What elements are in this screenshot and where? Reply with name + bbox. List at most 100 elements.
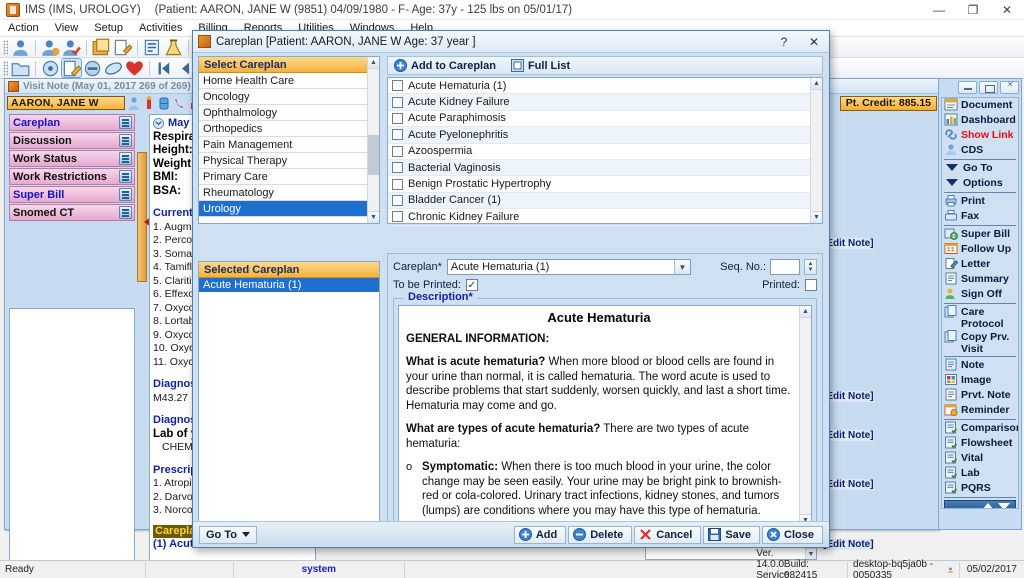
sidebar-item-fax[interactable]: Fax [942, 209, 1018, 224]
scroll-up-icon[interactable]: ▲ [811, 78, 822, 90]
list-item[interactable]: Acute Paraphimosis [388, 111, 810, 128]
pill-icon[interactable] [104, 59, 123, 77]
careplan-checkbox[interactable] [392, 96, 403, 108]
close-button[interactable]: Close [762, 525, 823, 544]
folder-open-icon[interactable] [11, 59, 30, 77]
add-to-careplan-button[interactable]: Add to Careplan [390, 57, 503, 74]
delete-button[interactable]: Delete [568, 525, 633, 544]
sidebar-item-note[interactable]: Note [942, 358, 1018, 373]
sidebar-item-document[interactable]: Document [942, 98, 1018, 113]
toolbar-grip[interactable] [3, 39, 8, 55]
sidebar-item-letter[interactable]: Letter [942, 257, 1018, 272]
phone-icon[interactable] [173, 96, 185, 110]
edit-note-link[interactable]: [Edit Note] [823, 479, 874, 490]
maximize-icon[interactable]: ❐ [956, 0, 990, 20]
sidebar-item-work-restrictions[interactable]: Work Restrictions [9, 168, 135, 185]
seq-no-input[interactable] [770, 259, 800, 275]
list-item[interactable]: Acute Hematuria (1) [388, 78, 810, 95]
lab-flask-icon[interactable] [164, 38, 183, 56]
remove-icon[interactable] [83, 59, 102, 77]
printed-checkbox[interactable] [805, 279, 817, 291]
section-doc-icon[interactable] [119, 188, 132, 201]
section-doc-icon[interactable] [119, 134, 132, 147]
minimize-icon[interactable]: — [922, 0, 956, 20]
sidebar-item-copy-prv-visit[interactable]: Copy Prv. Visit [942, 330, 1018, 355]
careplan-checkbox[interactable] [392, 194, 403, 206]
sidebar-item-sign-off[interactable]: Sign Off [942, 287, 1018, 302]
patient-info-icon[interactable] [128, 96, 140, 110]
careplan-checkbox[interactable] [392, 162, 403, 174]
full-list-button[interactable]: Full List [507, 57, 577, 74]
sidebar-item-prvt-note[interactable]: Prvt. Note [942, 388, 1018, 403]
sidebar-item-super-bill[interactable]: $ Super Bill [942, 227, 1018, 242]
list-item[interactable]: Ophthalmology [199, 105, 367, 121]
careplan-checkbox[interactable] [392, 129, 403, 141]
minimize-icon[interactable] [958, 81, 977, 94]
sidebar-item-lab[interactable]: Lab [942, 466, 1018, 481]
help-button[interactable]: ? [769, 31, 799, 53]
sidebar-item-image[interactable]: Image [942, 373, 1018, 388]
section-doc-icon[interactable] [119, 152, 132, 165]
list-item[interactable]: Pain Management [199, 137, 367, 153]
sidebar-item-super-bill[interactable]: Super Bill [9, 186, 135, 203]
edit-note-link[interactable]: [Edit Note] [823, 539, 874, 550]
sidebar-item-show-link[interactable]: Show Link [942, 128, 1018, 143]
select-careplan-scrollbar[interactable]: ▲ ▼ [367, 57, 379, 223]
sidebar-item-careplan[interactable]: Careplan [9, 114, 135, 131]
list-item[interactable]: Physical Therapy [199, 153, 367, 169]
sidebar-item-work-status[interactable]: Work Status [9, 150, 135, 167]
menu-item-action[interactable]: Action [0, 20, 47, 37]
section-doc-icon[interactable] [119, 170, 132, 183]
sidebar-item-print[interactable]: Print [942, 194, 1018, 209]
patient-check-icon[interactable] [62, 38, 81, 56]
open-chart-icon[interactable] [92, 38, 111, 56]
review-icon[interactable] [143, 38, 162, 56]
scroll-down-icon[interactable]: ▼ [811, 211, 822, 223]
list-item[interactable]: Chronic Kidney Failure [388, 209, 810, 226]
chevron-down-icon[interactable]: ▼ [673, 260, 690, 274]
section-doc-icon[interactable] [119, 206, 132, 219]
sidebar-item-dashboard[interactable]: Dashboard [942, 113, 1018, 128]
scroll-thumb[interactable] [368, 135, 379, 175]
edit-note-icon[interactable] [61, 58, 82, 78]
edit-note-link[interactable]: [Edit Note] [823, 238, 874, 249]
scroll-up-icon[interactable]: ▲ [368, 57, 379, 69]
seq-no-stepper[interactable]: ▲ ▼ [804, 259, 817, 275]
careplan-checkbox[interactable] [392, 211, 403, 223]
dialog-close-button[interactable]: ✕ [799, 31, 829, 53]
scroll-down-icon[interactable]: ▼ [806, 548, 816, 559]
close-icon[interactable] [1000, 80, 1019, 94]
careplan-checkbox[interactable] [392, 178, 403, 190]
cancel-button[interactable]: Cancel [634, 525, 702, 544]
careplan-list-scrollbar[interactable]: ▲ ▼ [810, 78, 822, 223]
toolbar-grip-2[interactable] [3, 60, 8, 76]
section-doc-icon[interactable] [119, 116, 132, 129]
list-item[interactable]: Primary Care [199, 169, 367, 185]
menu-item-setup[interactable]: Setup [86, 20, 131, 37]
careplan-checkbox[interactable] [392, 80, 403, 92]
save-button[interactable]: Save [703, 525, 761, 544]
first-icon[interactable] [155, 59, 174, 77]
scroll-down-icon[interactable]: ▼ [368, 211, 379, 223]
sidebar-item-follow-up[interactable]: Follow Up [942, 242, 1018, 257]
list-item-selected[interactable]: Acute Hematuria (1) [199, 278, 379, 292]
sidebar-item-vital[interactable]: Vital [942, 451, 1018, 466]
scroll-up-icon[interactable]: ▲ [800, 306, 811, 318]
scroll-down-icon[interactable] [998, 503, 1010, 508]
sidebar-item-options[interactable]: Options [942, 176, 1018, 191]
menu-item-view[interactable]: View [47, 20, 87, 37]
careplan-checkbox[interactable] [392, 145, 403, 157]
sidebar-item-pqrs[interactable]: PQRS [942, 481, 1018, 496]
action-sidebar-scroll[interactable] [944, 500, 1016, 508]
sidebar-item-discussion[interactable]: Discussion [9, 132, 135, 149]
list-item-selected[interactable]: Urology [199, 201, 367, 217]
status-user-icon[interactable] [942, 561, 960, 578]
list-item[interactable]: Benign Prostatic Hypertrophy [388, 176, 810, 193]
list-item[interactable]: Oncology [199, 89, 367, 105]
sidebar-item-snomed-ct[interactable]: Snomed CT [9, 204, 135, 221]
patient-add-icon[interactable] [41, 38, 60, 56]
to-be-printed-checkbox[interactable]: ✓ [465, 279, 478, 291]
sidebar-item-go-to[interactable]: Go To [942, 161, 1018, 176]
record-icon[interactable] [41, 59, 60, 77]
list-item[interactable]: Orthopedics [199, 121, 367, 137]
